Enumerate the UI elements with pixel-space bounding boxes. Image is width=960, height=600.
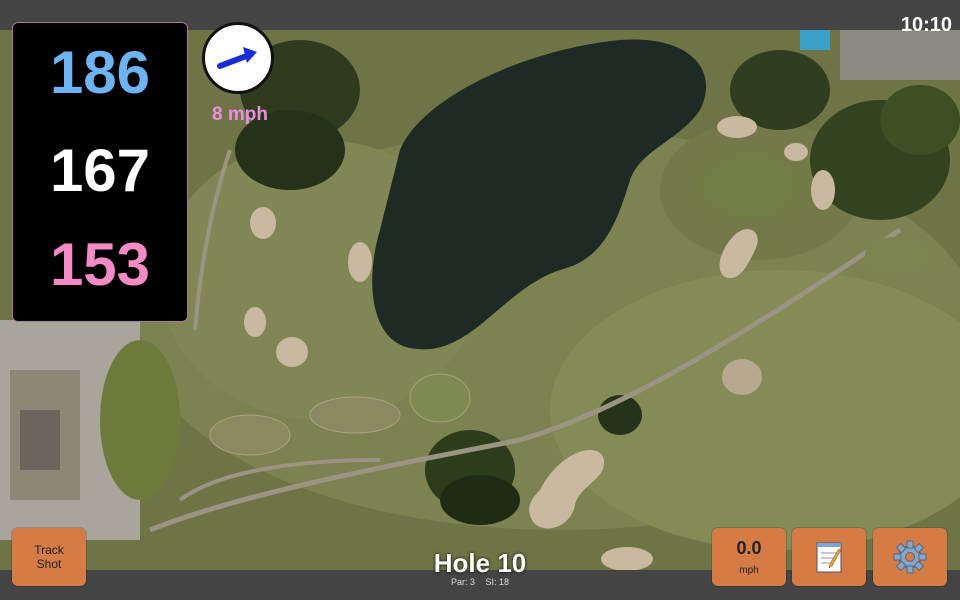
hole-title: Hole 10	[433, 548, 527, 578]
clock: 10:10	[900, 14, 952, 36]
front-distance: 153	[49, 231, 151, 298]
wind-speed: 8 mph	[212, 104, 268, 125]
notes-button[interactable]	[792, 528, 866, 586]
wind-arrow-icon	[217, 47, 257, 69]
notepad-icon	[816, 542, 843, 573]
back-distance: 186	[49, 39, 151, 106]
track-shot-button[interactable]: Track Shot	[12, 528, 86, 586]
middle-distance: 167	[49, 137, 151, 204]
track-shot-label: Track Shot	[34, 543, 64, 571]
settings-button[interactable]	[873, 528, 947, 586]
speed-value: 0.0	[736, 538, 762, 558]
gear-icon	[893, 540, 927, 574]
speed-button[interactable]: 0.0 mph	[712, 528, 786, 586]
hole-par: Par: 3	[450, 577, 475, 587]
hole-stroke-index: SI: 18	[485, 577, 510, 587]
hole-info: Par: 3 SI: 18	[400, 577, 560, 587]
wind-indicator	[202, 22, 274, 94]
distance-panel: 186 167 153	[12, 22, 188, 322]
speed-unit: mph	[739, 565, 759, 576]
